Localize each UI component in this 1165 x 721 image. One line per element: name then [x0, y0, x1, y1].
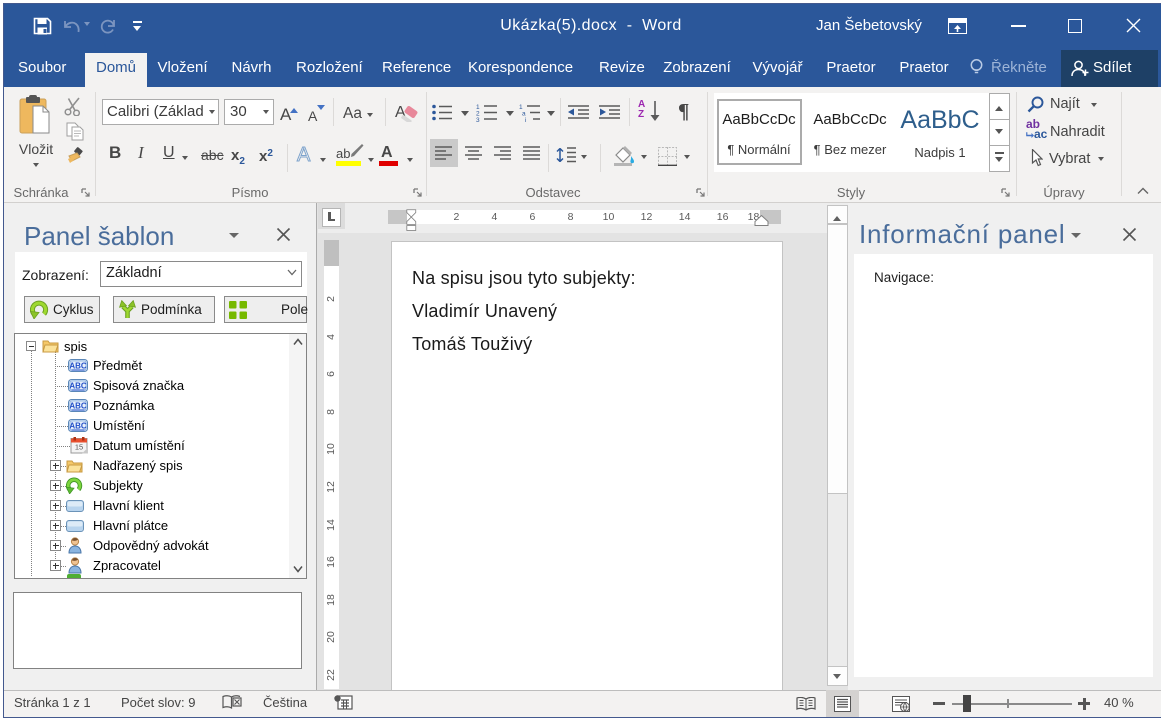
svg-text:ABC: ABC: [69, 362, 87, 371]
svg-text:ABC: ABC: [69, 422, 87, 431]
svg-text:3: 3: [476, 117, 480, 122]
svg-text:ABC: ABC: [69, 402, 87, 411]
svg-text:i: i: [525, 117, 526, 122]
svg-text:ABC: ABC: [69, 382, 87, 391]
svg-text:15: 15: [75, 443, 83, 452]
